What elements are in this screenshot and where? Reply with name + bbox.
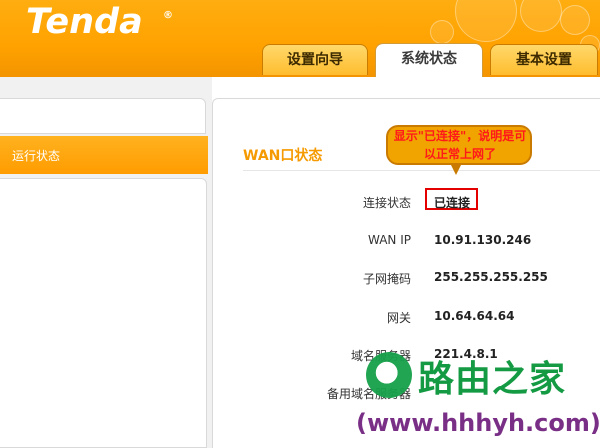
header-bar: Tenda ® 设置向导 系统状态 基本设置 [0,0,600,77]
gateway-label: 网关 [386,311,411,325]
tab-basic-settings[interactable]: 基本设置 [490,44,598,75]
decor-bubble [520,0,562,32]
wan-ip-value: 10.91.130.246 [434,233,532,247]
section-title: WAN口状态 [243,148,323,164]
annotation-callout-tail [450,163,462,175]
watermark-brand: 路由之家 [418,359,567,400]
subnet-mask-value: 255.255.255.255 [434,270,548,284]
section-divider [243,170,600,171]
watermark-logo-icon [366,352,412,398]
decor-bubble [430,20,454,44]
decor-bubble [560,5,590,35]
annotation-text: 显示"已连接"，说明是可以正常上网了 [393,129,527,161]
subnet-mask-label: 子网掩码 [362,272,411,286]
decor-bubble [455,0,517,42]
sidebar-item-running-status[interactable]: 运行状态 [0,136,208,174]
connection-status-label: 连接状态 [362,196,411,210]
tab-setup-wizard[interactable]: 设置向导 [262,44,368,75]
wan-ip-label: WAN IP [368,233,411,247]
sidebar-header [0,98,206,134]
gateway-value: 10.64.64.64 [434,309,515,323]
sidebar-item-label: 运行状态 [12,149,61,163]
connection-status-value: 已连接 [434,196,471,210]
watermark-url: (www.hhhyh.com) [356,409,600,437]
sidebar-body [0,178,207,448]
registered-mark: ® [163,10,173,21]
tab-system-status[interactable]: 系统状态 [375,43,483,77]
tenda-logo: Tenda [26,2,143,42]
